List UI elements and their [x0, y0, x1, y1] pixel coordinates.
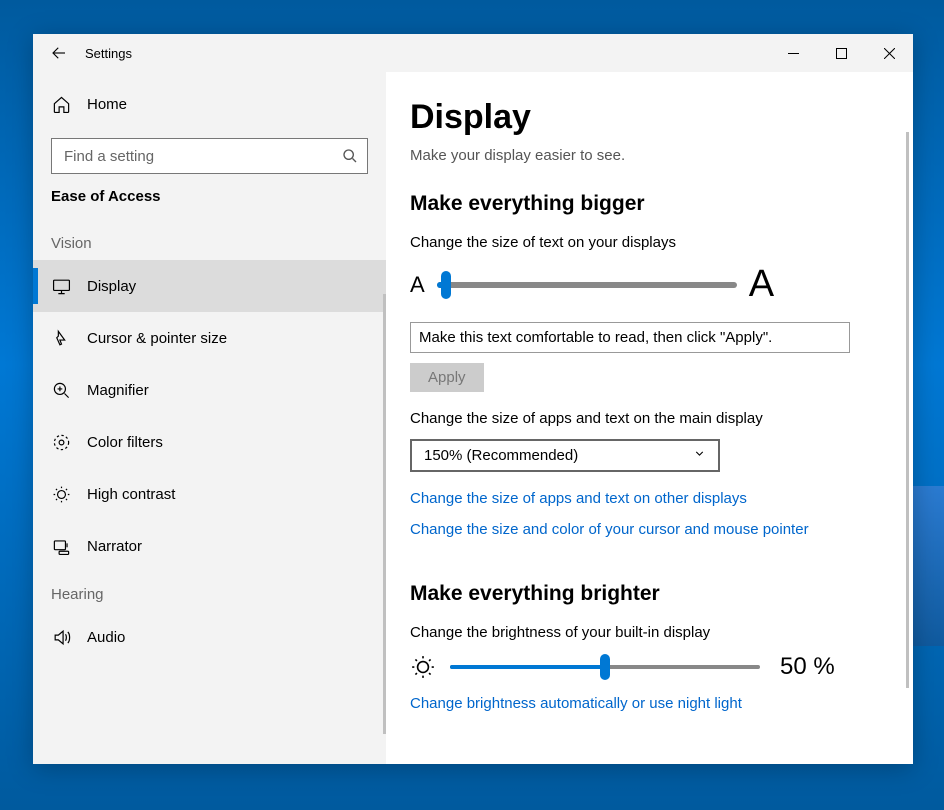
sidebar-group-header: Ease of Access: [33, 188, 386, 215]
apps-size-label: Change the size of apps and text on the …: [410, 410, 889, 427]
titlebar: Settings: [33, 34, 913, 72]
sun-icon: [410, 654, 436, 680]
section-brighter-heading: Make everything brighter: [410, 582, 889, 606]
sidebar-item-label: High contrast: [87, 486, 175, 503]
magnifier-icon: [51, 380, 71, 400]
back-button[interactable]: [33, 34, 85, 72]
display-icon: [51, 276, 71, 296]
narrator-icon: [51, 536, 71, 556]
sidebar-item-highcontrast[interactable]: High contrast: [33, 468, 386, 520]
category-vision: Vision: [33, 221, 386, 260]
sample-text-box: Make this text comfortable to read, then…: [410, 322, 850, 353]
audio-icon: [51, 627, 71, 647]
sidebar-item-label: Narrator: [87, 538, 142, 555]
maximize-button[interactable]: [817, 34, 865, 72]
link-other-displays[interactable]: Change the size of apps and text on othe…: [410, 490, 889, 507]
close-button[interactable]: [865, 34, 913, 72]
small-a-icon: A: [410, 272, 425, 298]
window-title: Settings: [85, 46, 132, 61]
apply-button[interactable]: Apply: [410, 363, 484, 392]
sidebar-item-audio[interactable]: Audio: [33, 611, 386, 663]
sidebar-item-label: Audio: [87, 629, 125, 646]
big-a-icon: A: [749, 263, 774, 306]
text-size-label: Change the size of text on your displays: [410, 234, 889, 251]
page-title: Display: [410, 98, 889, 137]
contrast-icon: [51, 484, 71, 504]
brightness-slider-row: 50 %: [410, 653, 889, 681]
slider-thumb[interactable]: [441, 271, 451, 299]
search-wrap: [51, 138, 368, 174]
window-controls: [769, 34, 913, 72]
text-size-slider[interactable]: [437, 282, 737, 288]
link-cursor-pointer[interactable]: Change the size and color of your cursor…: [410, 521, 889, 538]
home-nav[interactable]: Home: [33, 78, 386, 130]
slider-thumb[interactable]: [600, 654, 610, 680]
content-pane: Display Make your display easier to see.…: [386, 72, 913, 764]
sidebar: Home Ease of Access Vision Display: [33, 72, 386, 764]
section-bigger-heading: Make everything bigger: [410, 192, 889, 216]
content-scrollbar[interactable]: [906, 132, 909, 688]
page-subtitle: Make your display easier to see.: [410, 147, 889, 164]
brightness-label: Change the brightness of your built-in d…: [410, 624, 889, 641]
sidebar-item-label: Display: [87, 278, 136, 295]
chevron-down-icon: [693, 447, 706, 464]
color-filters-icon: [51, 432, 71, 452]
sidebar-item-colorfilters[interactable]: Color filters: [33, 416, 386, 468]
text-size-slider-row: A A: [410, 263, 889, 306]
sidebar-item-magnifier[interactable]: Magnifier: [33, 364, 386, 416]
scale-dropdown[interactable]: 150% (Recommended): [410, 439, 720, 472]
dropdown-value: 150% (Recommended): [424, 447, 578, 464]
minimize-button[interactable]: [769, 34, 817, 72]
brightness-slider[interactable]: [450, 665, 760, 669]
sidebar-item-label: Magnifier: [87, 382, 149, 399]
sidebar-item-display[interactable]: Display: [33, 260, 386, 312]
sidebar-item-label: Color filters: [87, 434, 163, 451]
settings-window: Settings Home: [33, 34, 913, 764]
sidebar-item-cursor[interactable]: Cursor & pointer size: [33, 312, 386, 364]
cursor-icon: [51, 328, 71, 348]
search-input[interactable]: [51, 138, 368, 174]
sidebar-item-label: Cursor & pointer size: [87, 330, 227, 347]
search-icon: [342, 148, 358, 164]
sidebar-item-narrator[interactable]: Narrator: [33, 520, 386, 572]
link-night-light[interactable]: Change brightness automatically or use n…: [410, 695, 889, 712]
home-label: Home: [87, 96, 127, 113]
category-hearing: Hearing: [33, 572, 386, 611]
brightness-value: 50 %: [780, 653, 835, 681]
home-icon: [51, 94, 71, 114]
